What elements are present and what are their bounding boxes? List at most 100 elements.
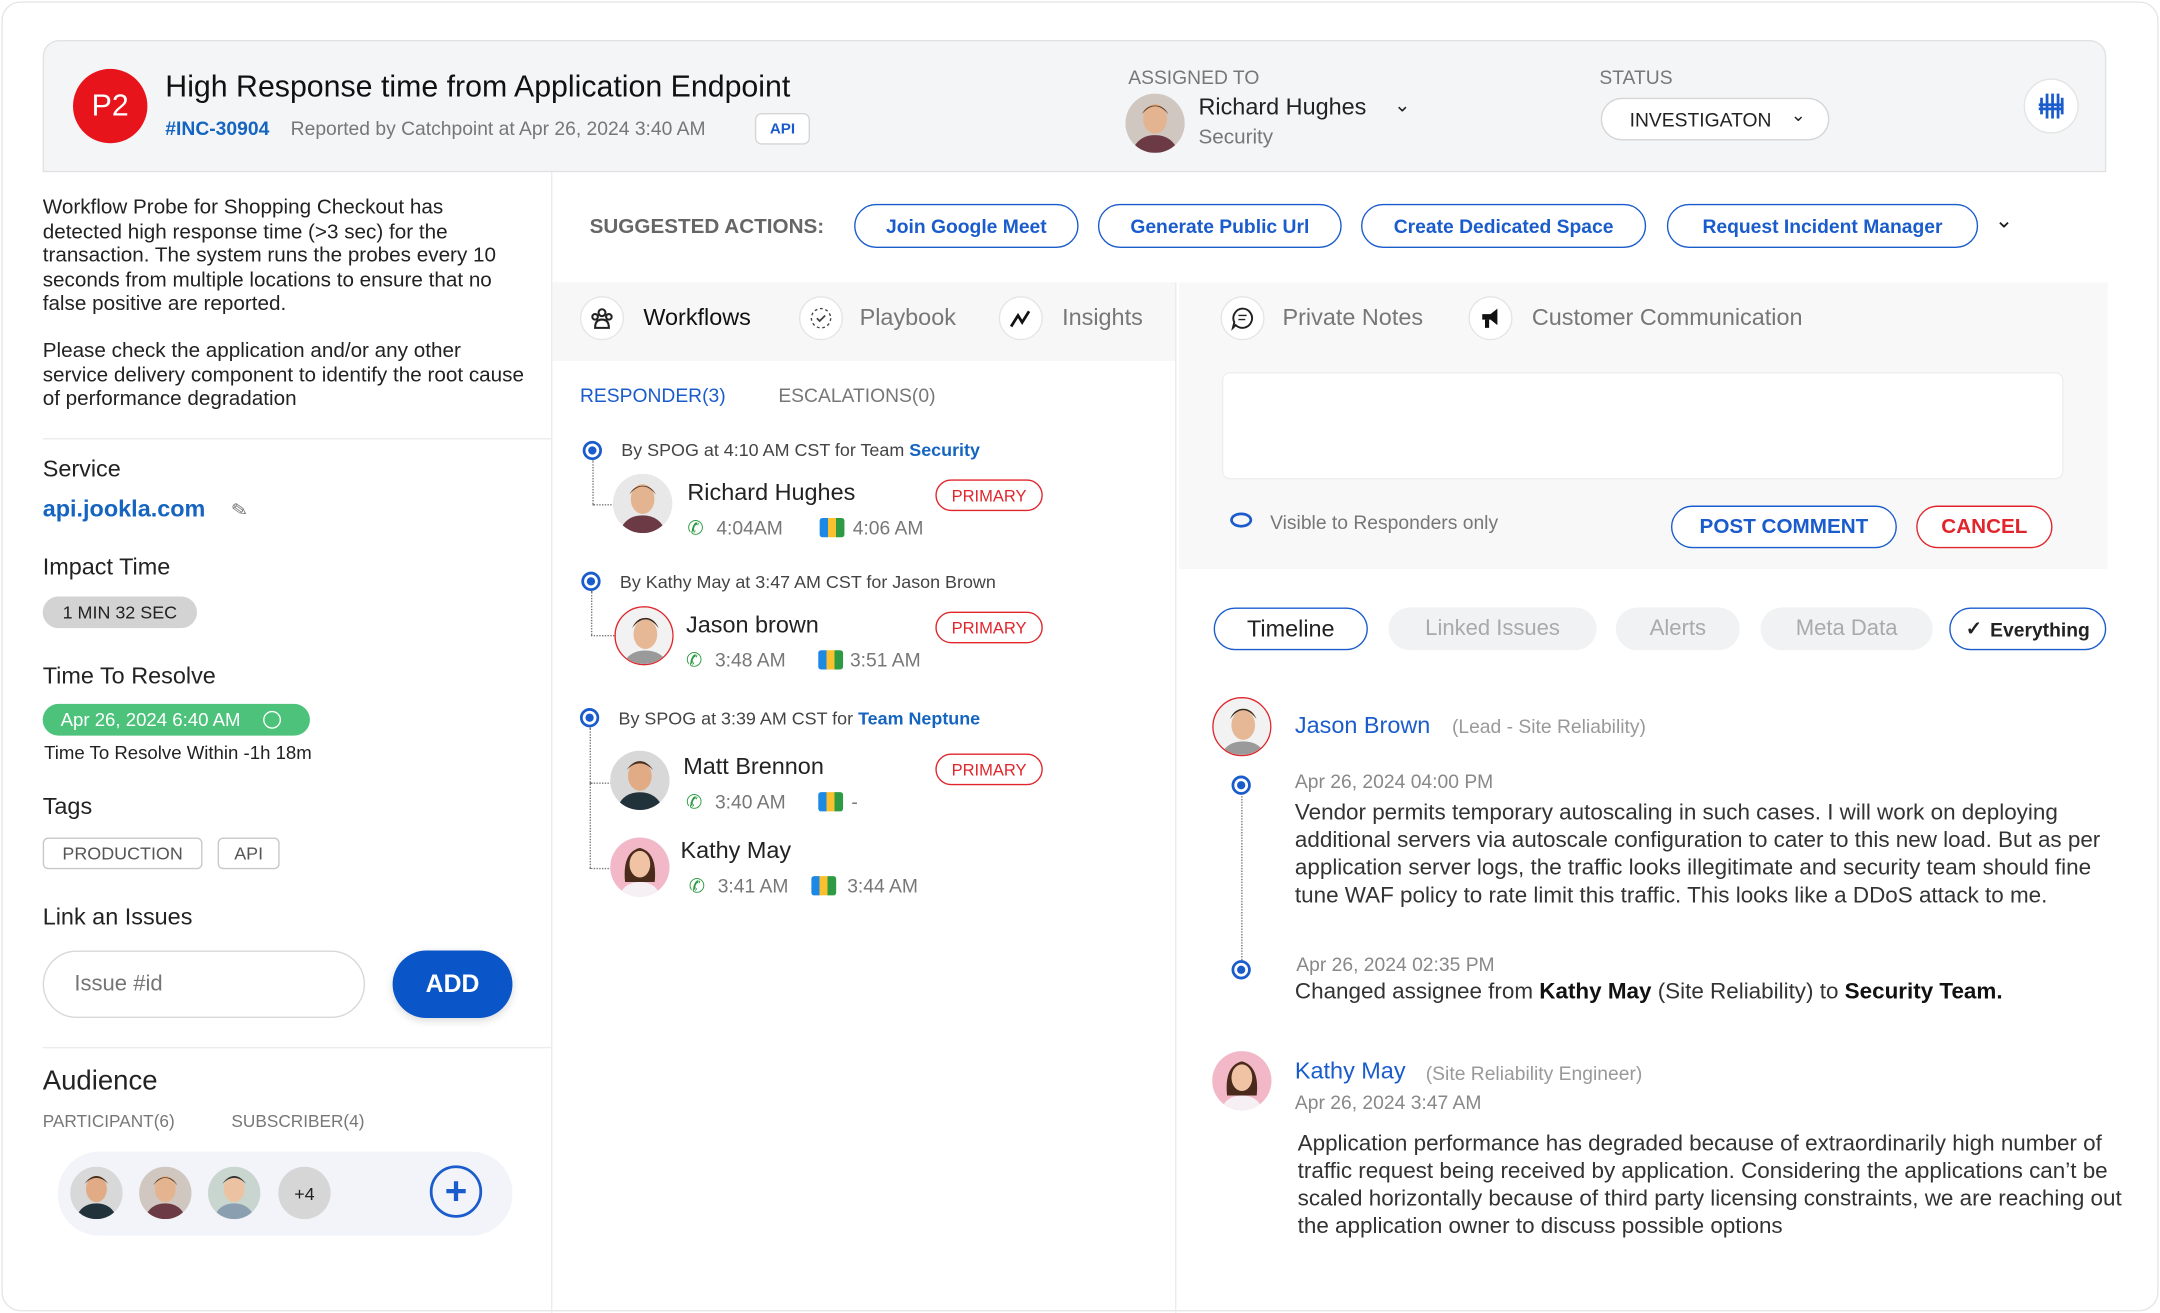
author-name[interactable]: Kathy May [1295,1058,1406,1086]
incident-description: Workflow Probe for Shopping Checkout has… [42,195,497,316]
meet-time: 3:44 AM [847,874,918,897]
tab-playbook[interactable]: Playbook [860,304,956,332]
suggested-actions-label: SUGGESTED ACTIONS: [589,214,825,239]
tab-escalations[interactable]: ESCALATIONS(0) [778,384,935,406]
responder-avatar [614,606,674,666]
google-meet-icon [819,517,845,538]
entry-text: Vendor permits temporary autoscaling in … [1294,800,2101,908]
resolve-deadline-pill: Apr 26, 2024 6:40 AM [42,703,310,736]
note-textarea[interactable] [1221,371,2064,480]
google-meet-icon [818,650,844,670]
responder-avatar [610,750,670,810]
priority-badge: P2 [73,68,148,144]
divider [42,438,552,440]
meet-time: 3:51 AM [849,648,921,671]
status-value: INVESTIGATON [1629,108,1772,131]
add-participant-plus-icon[interactable]: + [429,1165,483,1218]
tag-api[interactable]: API [217,837,280,870]
call-time: 3:48 AM [714,648,786,671]
post-comment-button[interactable]: POST COMMENT [1670,505,1897,549]
phone-icon: ✆ [686,790,703,813]
chevron-down-icon: ⌄ [1790,104,1806,125]
responder-name: Jason brown [686,611,819,638]
entry-date: Apr 26, 2024 3:47 AM [1294,1091,1482,1114]
audience-label: Audience [42,1066,158,1097]
brand-logo-icon[interactable] [2023,78,2079,134]
meet-time: - [851,790,858,813]
column-divider [1175,282,1177,1313]
create-dedicated-space-button[interactable]: Create Dedicated Space [1361,203,1647,248]
filter-linked-issues[interactable]: Linked Issues [1388,607,1597,651]
participant-avatar[interactable] [70,1166,123,1220]
incident-id-link[interactable]: #INC-30904 [165,117,269,139]
group-header: By SPOG at 3:39 AM CST for Team Neptune [619,708,981,729]
link-issues-label: Link an Issues [42,903,193,930]
incident-title: High Response time from Application Endp… [165,68,791,104]
phone-icon: ✆ [687,516,704,539]
tab-responders[interactable]: RESPONDER(3) [580,384,726,406]
author-avatar [1212,697,1272,757]
author-name[interactable]: Jason Brown [1295,712,1430,740]
team-link[interactable]: Team Neptune [858,708,980,729]
reported-by: Reported by Catchpoint at Apr 26, 2024 3… [290,117,706,140]
issue-id-input[interactable] [42,950,366,1019]
change-text: Changed assignee from [1294,979,1540,1005]
filter-everything[interactable]: ✓ Everything [1949,607,2107,651]
group-assigner: By SPOG at 3:39 AM CST for [618,708,859,729]
new-assignee: Security Team. [1844,979,2003,1005]
filter-alerts[interactable]: Alerts [1615,607,1740,651]
add-issue-button[interactable]: ADD [392,950,513,1019]
group-radio-icon [581,571,601,591]
tag-production[interactable]: PRODUCTION [42,837,203,870]
participant-avatar[interactable] [139,1166,192,1220]
team-workflows-icon [579,296,625,341]
participant-avatar[interactable] [208,1166,261,1220]
visibility-note: Visible to Responders only [1270,511,1499,534]
team-link[interactable]: Security [909,439,980,460]
check-icon: ✓ [1965,617,1982,640]
tab-workflows[interactable]: Workflows [643,304,751,332]
service-label: Service [42,455,121,483]
group-radio-icon [582,440,602,461]
filter-everything-label: Everything [1990,617,2090,640]
meet-time: 4:06 AM [852,516,924,539]
playbook-check-icon [798,296,844,341]
call-time: 3:40 AM [714,790,786,813]
group-header: By SPOG at 4:10 AM CST for Team Security [621,439,980,460]
primary-badge: PRIMARY [935,611,1043,644]
cancel-button[interactable]: CANCEL [1916,505,2053,549]
primary-badge: PRIMARY [935,479,1043,512]
responder-name: Kathy May [680,837,792,864]
impact-time-pill: 1 MIN 32 SEC [42,596,197,629]
status-dropdown[interactable]: INVESTIGATON ⌄ [1600,97,1830,141]
timeline-dot-icon [1231,960,1251,980]
assignee-avatar [1125,93,1185,153]
subscribers-tab[interactable]: SUBSCRIBER(4) [231,1112,364,1131]
tab-customer-communication[interactable]: Customer Communication [1532,304,1803,332]
impact-time-label: Impact Time [42,553,171,580]
responder-avatar [613,473,673,534]
author-avatar [1212,1051,1272,1111]
eye-icon [1230,512,1253,528]
participants-tab[interactable]: PARTICIPANT(6) [43,1112,175,1131]
service-link[interactable]: api.jookla.com [43,496,206,524]
filter-timeline[interactable]: Timeline [1213,607,1368,651]
join-google-meet-button[interactable]: Join Google Meet [854,203,1079,248]
assignee-name[interactable]: Richard Hughes [1198,94,1366,122]
responder-avatar [610,837,670,897]
filter-meta-data[interactable]: Meta Data [1760,607,1933,651]
google-meet-icon [818,792,844,812]
group-radio-icon [579,708,600,728]
entry-text: Application performance has degraded bec… [1297,1130,2122,1239]
google-meet-icon [811,876,837,896]
request-incident-manager-button[interactable]: Request Incident Manager [1666,203,1979,248]
tab-private-notes[interactable]: Private Notes [1282,304,1423,332]
more-participants-count[interactable]: +4 [278,1166,331,1220]
generate-public-url-button[interactable]: Generate Public Url [1097,203,1342,248]
tab-insights[interactable]: Insights [1062,304,1143,332]
more-actions-chevron-down-icon[interactable]: ⌄ [1995,207,2013,235]
call-time: 3:41 AM [717,874,789,897]
divider [42,1046,552,1049]
clock-icon [262,710,281,729]
assignee-chevron-down-icon[interactable]: ⌄ [1394,94,1410,117]
